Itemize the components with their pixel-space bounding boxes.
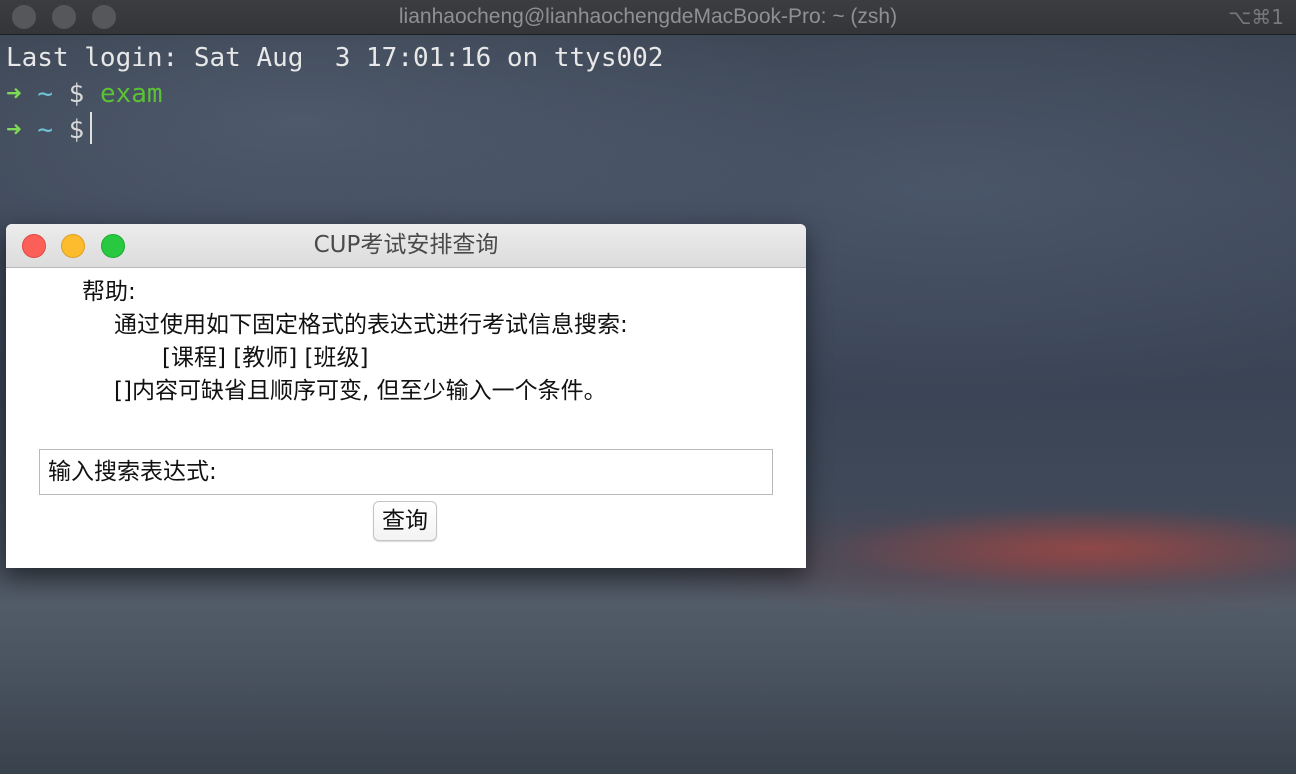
prompt-directory: ~	[37, 79, 53, 109]
app-titlebar[interactable]: CUP考试安排查询	[6, 224, 806, 268]
command-text: exam	[99, 79, 163, 109]
text-cursor	[90, 112, 93, 144]
prompt-arrow-icon: ➜	[6, 79, 22, 109]
app-content: 帮助: 通过使用如下固定格式的表达式进行考试信息搜索: [课程] [教师] [班…	[6, 268, 806, 568]
help-heading: 帮助:	[82, 279, 136, 305]
help-note: []内容可缺省且顺序可变, 但至少输入一个条件。	[114, 378, 607, 404]
prompt-directory: ~	[37, 115, 53, 145]
help-description: 通过使用如下固定格式的表达式进行考试信息搜索:	[114, 312, 628, 338]
terminal-shortcut-label: ⌥⌘1	[1228, 5, 1284, 29]
prompt-line-2[interactable]: ➜ ~ $	[0, 112, 1296, 148]
search-input[interactable]: 输入搜索表达式:	[39, 449, 773, 495]
desktop: lianhaocheng@lianhaochengdeMacBook-Pro: …	[0, 0, 1296, 774]
terminal-title: lianhaocheng@lianhaochengdeMacBook-Pro: …	[398, 5, 898, 28]
app-title: CUP考试安排查询	[313, 232, 499, 258]
terminal-titlebar[interactable]: lianhaocheng@lianhaochengdeMacBook-Pro: …	[0, 0, 1296, 35]
prompt-symbol: $	[68, 79, 85, 109]
help-format: [课程] [教师] [班级]	[162, 345, 369, 371]
prompt-arrow-icon: ➜	[6, 115, 22, 145]
query-button[interactable]: 查询	[373, 501, 437, 541]
prompt-symbol: $	[68, 115, 85, 145]
last-login-line: Last login: Sat Aug 3 17:01:16 on ttys00…	[6, 43, 664, 73]
terminal-body[interactable]: Last login: Sat Aug 3 17:01:16 on ttys00…	[0, 40, 1296, 148]
exam-query-window: CUP考试安排查询 帮助: 通过使用如下固定格式的表达式进行考试信息搜索: [课…	[6, 224, 806, 568]
prompt-line-1: ➜ ~ $ exam	[0, 76, 1296, 112]
